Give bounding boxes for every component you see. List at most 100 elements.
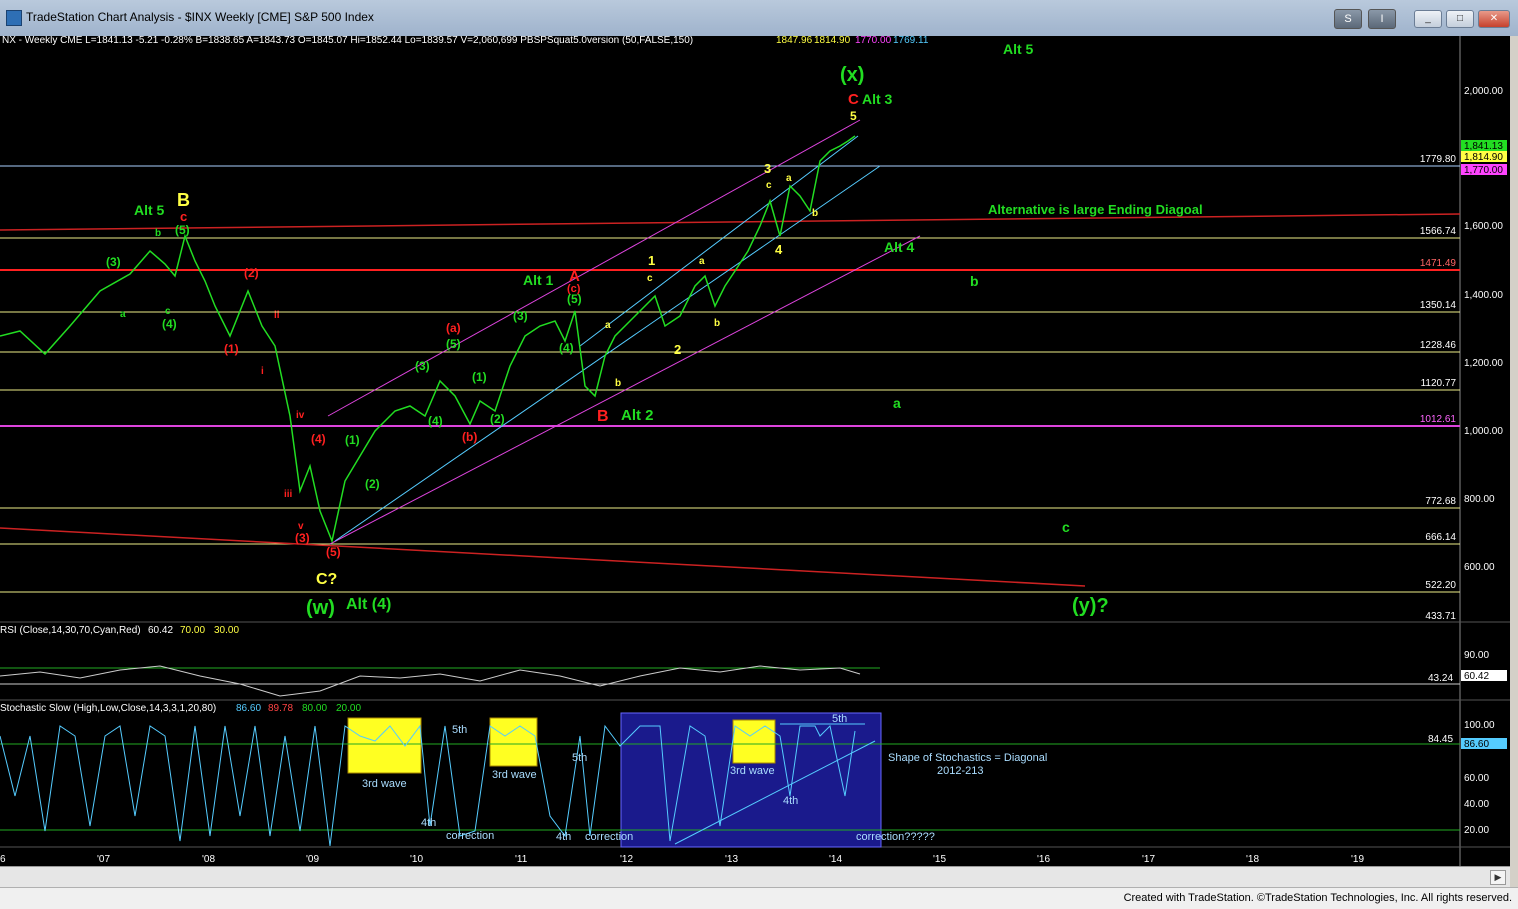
label-alt5-right: Alt 5 (1003, 41, 1034, 57)
indicator-value-4: 1769.11 (893, 36, 929, 46)
label-one-g2: (1) (472, 370, 487, 384)
price-chart[interactable]: (x) Alt 5 C Alt 3 5 Alternative is large… (0, 36, 1510, 866)
stoch-axis-label: 60.00 (1464, 773, 1489, 784)
window-title-bar: TradeStation Chart Analysis - $INX Weekl… (0, 0, 1518, 37)
rsi-axis-label: 43.24 (1428, 673, 1453, 684)
stoch-value-d: 89.78 (268, 703, 293, 714)
chart-area[interactable]: (x) Alt 5 C Alt 3 5 Alternative is large… (0, 36, 1510, 866)
trendline-lower-red (0, 527, 1086, 587)
minimize-button[interactable]: _ (1414, 10, 1442, 28)
price-tag-mid-text: 1,814.90 (1464, 152, 1503, 163)
x-axis-label: '13 (725, 854, 738, 865)
label-iii: iii (284, 489, 293, 500)
stoch-value-tag-text: 86.60 (1464, 739, 1489, 750)
price-tag-low-text: 1,770.00 (1464, 165, 1503, 176)
price-axis-label: 1,400.00 (1464, 290, 1503, 301)
x-axis-label: '14 (829, 854, 842, 865)
rsi-value-tag-text: 60.42 (1464, 671, 1489, 682)
x-axis-label: '17 (1142, 854, 1155, 865)
channel-lower-cyan (334, 165, 881, 542)
note-fourth-3: 4th (783, 795, 798, 807)
x-axis-label: '15 (933, 854, 946, 865)
note-third-wave-1: 3rd wave (362, 778, 407, 790)
label-a-red-paren: (a) (446, 321, 461, 335)
price-bars (0, 135, 856, 544)
rsi-line (0, 665, 861, 697)
label-c-red: C (848, 91, 859, 108)
label-i: i (261, 366, 264, 377)
note-correction-2: correction (585, 831, 633, 843)
label-alt2: Alt 2 (621, 407, 654, 424)
label-c-y: c (647, 273, 653, 284)
scroll-right-arrow-icon[interactable]: ▶ (1490, 870, 1506, 885)
label-b-y3: b (812, 208, 818, 219)
label-three-red: (3) (295, 531, 310, 545)
note-shape-diagonal: Shape of Stochastics = Diagonal (888, 752, 1047, 764)
label-B-yellow: B (177, 190, 190, 210)
x-axis-label: '08 (202, 854, 215, 865)
price-axis-label: 800.00 (1464, 494, 1495, 505)
label-three-g: (3) (415, 359, 430, 373)
note-fifth-2: 5th (572, 752, 587, 764)
label-two-red: (2) (244, 266, 259, 280)
label-b-small: b (155, 228, 161, 239)
label-B-red: B (597, 408, 609, 425)
label-two-g2: (2) (490, 412, 505, 426)
price-axis-label: 1,600.00 (1464, 221, 1503, 232)
label-three-paren: (3) (106, 255, 121, 269)
price-axis-label: 1,000.00 (1464, 426, 1503, 437)
label-alt3: Alt 3 (862, 91, 893, 107)
label-a-y2: a (699, 256, 705, 267)
level-label: 772.68 (1425, 496, 1456, 507)
interval-link-button[interactable]: I (1368, 9, 1396, 29)
rsi-overbought: 70.00 (180, 625, 205, 636)
x-axis-label: '09 (306, 854, 319, 865)
label-five-paren: (5) (175, 223, 190, 237)
channel-upper-cyan (579, 135, 859, 347)
x-axis-label: '07 (97, 854, 110, 865)
note-third-wave-3: 3rd wave (730, 765, 775, 777)
symbol-link-button[interactable]: S (1334, 9, 1362, 29)
copyright-text: Created with TradeStation. ©TradeStation… (1123, 892, 1512, 904)
x-axis-label: '12 (620, 854, 633, 865)
stoch-highlight-2 (489, 717, 538, 767)
stoch-axis-label: 84.45 (1428, 734, 1453, 745)
label-b-y: b (615, 378, 621, 389)
label-four-g2: (4) (559, 341, 574, 355)
stoch-value-os: 20.00 (336, 703, 361, 714)
note-correction-1: correction (446, 830, 494, 842)
stoch-axis-label: 100.00 (1464, 720, 1495, 731)
stoch-value-ob: 80.00 (302, 703, 327, 714)
tradestation-app-icon (6, 10, 22, 26)
stoch-axis-label: 40.00 (1464, 799, 1489, 810)
label-c-small: c (165, 306, 171, 317)
label-y-question: (y)? (1072, 595, 1109, 617)
label-three-g2: (3) (513, 309, 528, 323)
horizontal-scrollbar[interactable]: ▶ (0, 866, 1510, 887)
maximize-button[interactable]: □ (1446, 10, 1474, 28)
label-c-question: C? (316, 571, 337, 588)
x-axis-label: '18 (1246, 854, 1259, 865)
level-label: 1120.77 (1421, 378, 1457, 389)
indicator-value-1: 1847.96 (776, 36, 813, 46)
channel-upper-magenta (327, 119, 861, 417)
label-c-right: c (1062, 519, 1070, 535)
note-years: 2012-213 (937, 765, 984, 777)
right-frame (1510, 36, 1518, 887)
label-three-y: 3 (764, 161, 771, 176)
close-button[interactable]: ✕ (1478, 10, 1510, 28)
stoch-label: Stochastic Slow (High,Low,Close,14,3,3,1… (0, 703, 216, 714)
label-five-g2: (5) (567, 292, 582, 306)
price-axis-label: 1,200.00 (1464, 358, 1503, 369)
price-axis-label: 600.00 (1464, 562, 1495, 573)
level-label: 1471.49 (1420, 258, 1457, 269)
label-one-y: 1 (648, 253, 655, 268)
label-a-y: a (605, 320, 611, 331)
label-a-small: a (120, 309, 126, 320)
level-label: 522.20 (1425, 580, 1456, 591)
x-axis-label: 6 (0, 854, 6, 865)
x-axis-label: '19 (1351, 854, 1364, 865)
label-c-red-left: c (180, 209, 187, 224)
level-label: 1566.74 (1420, 226, 1457, 237)
label-four-paren: (4) (162, 317, 177, 331)
